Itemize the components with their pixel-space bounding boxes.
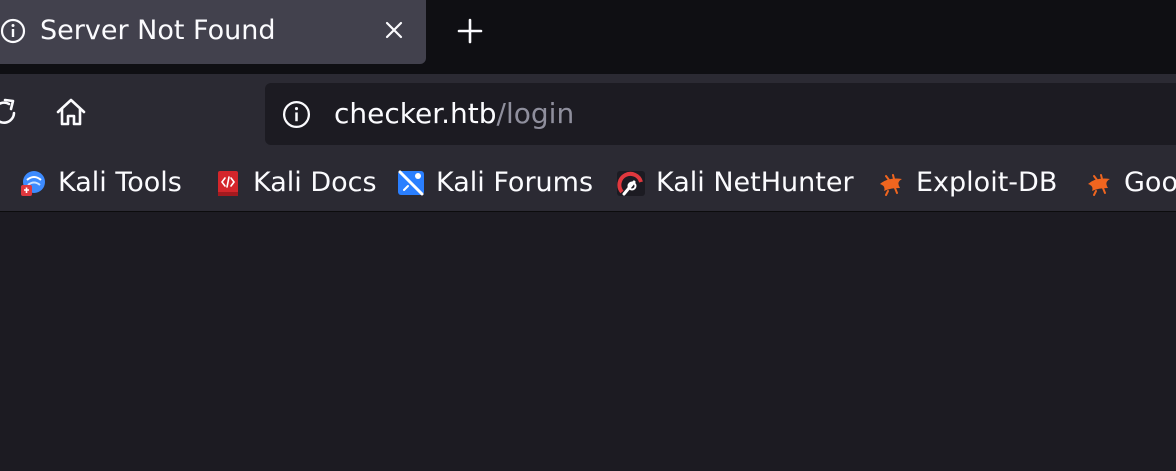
bookmark-label: Goo xyxy=(1124,167,1176,198)
info-icon[interactable] xyxy=(281,99,312,130)
kali-tools-icon xyxy=(21,171,45,196)
bookmark-label: Kali Docs xyxy=(253,167,377,198)
url-text[interactable]: checker.htb/login xyxy=(334,96,574,132)
bookmark-label: Kali Forums xyxy=(436,167,594,198)
tab-server-not-found[interactable]: Server Not Found xyxy=(0,0,426,64)
bookmark-kali-nethunter[interactable]: Kali NetHunter xyxy=(616,166,854,200)
exploit-db-icon xyxy=(1088,174,1110,196)
reload-icon[interactable] xyxy=(0,96,18,126)
info-icon xyxy=(0,18,26,44)
kali-nethunter-icon xyxy=(617,171,645,196)
page-content xyxy=(0,213,1176,471)
close-icon[interactable] xyxy=(380,16,408,44)
kali-forums-icon xyxy=(398,170,424,196)
kali-docs-icon xyxy=(218,171,238,196)
url-path: /login xyxy=(496,97,575,130)
bookmark-label: Exploit-DB xyxy=(916,167,1058,198)
plus-icon[interactable] xyxy=(454,15,486,47)
bookmark-exploit-db[interactable]: Exploit-DB xyxy=(876,166,1057,200)
address-bar[interactable]: checker.htb/login xyxy=(265,83,1176,145)
bookmark-kali-tools[interactable]: Kali Tools xyxy=(18,166,182,200)
url-host: checker.htb xyxy=(334,97,497,130)
bookmark-kali-docs[interactable]: Kali Docs xyxy=(213,166,377,200)
exploit-db-icon xyxy=(880,174,902,196)
tab-strip: Server Not Found xyxy=(0,0,1176,74)
tab-title: Server Not Found xyxy=(40,15,276,46)
bookmark-label: Kali NetHunter xyxy=(656,167,854,198)
home-icon[interactable] xyxy=(54,95,88,129)
bookmark-label: Kali Tools xyxy=(58,167,182,198)
navigation-toolbar: checker.htb/login xyxy=(0,74,1176,154)
bookmarks-toolbar: Kali Tools Kali Docs Kali Forums Kali Ne… xyxy=(0,154,1176,212)
bookmark-google-hacking-db[interactable]: Goo xyxy=(1084,166,1176,200)
bookmark-kali-forums[interactable]: Kali Forums xyxy=(396,166,593,200)
